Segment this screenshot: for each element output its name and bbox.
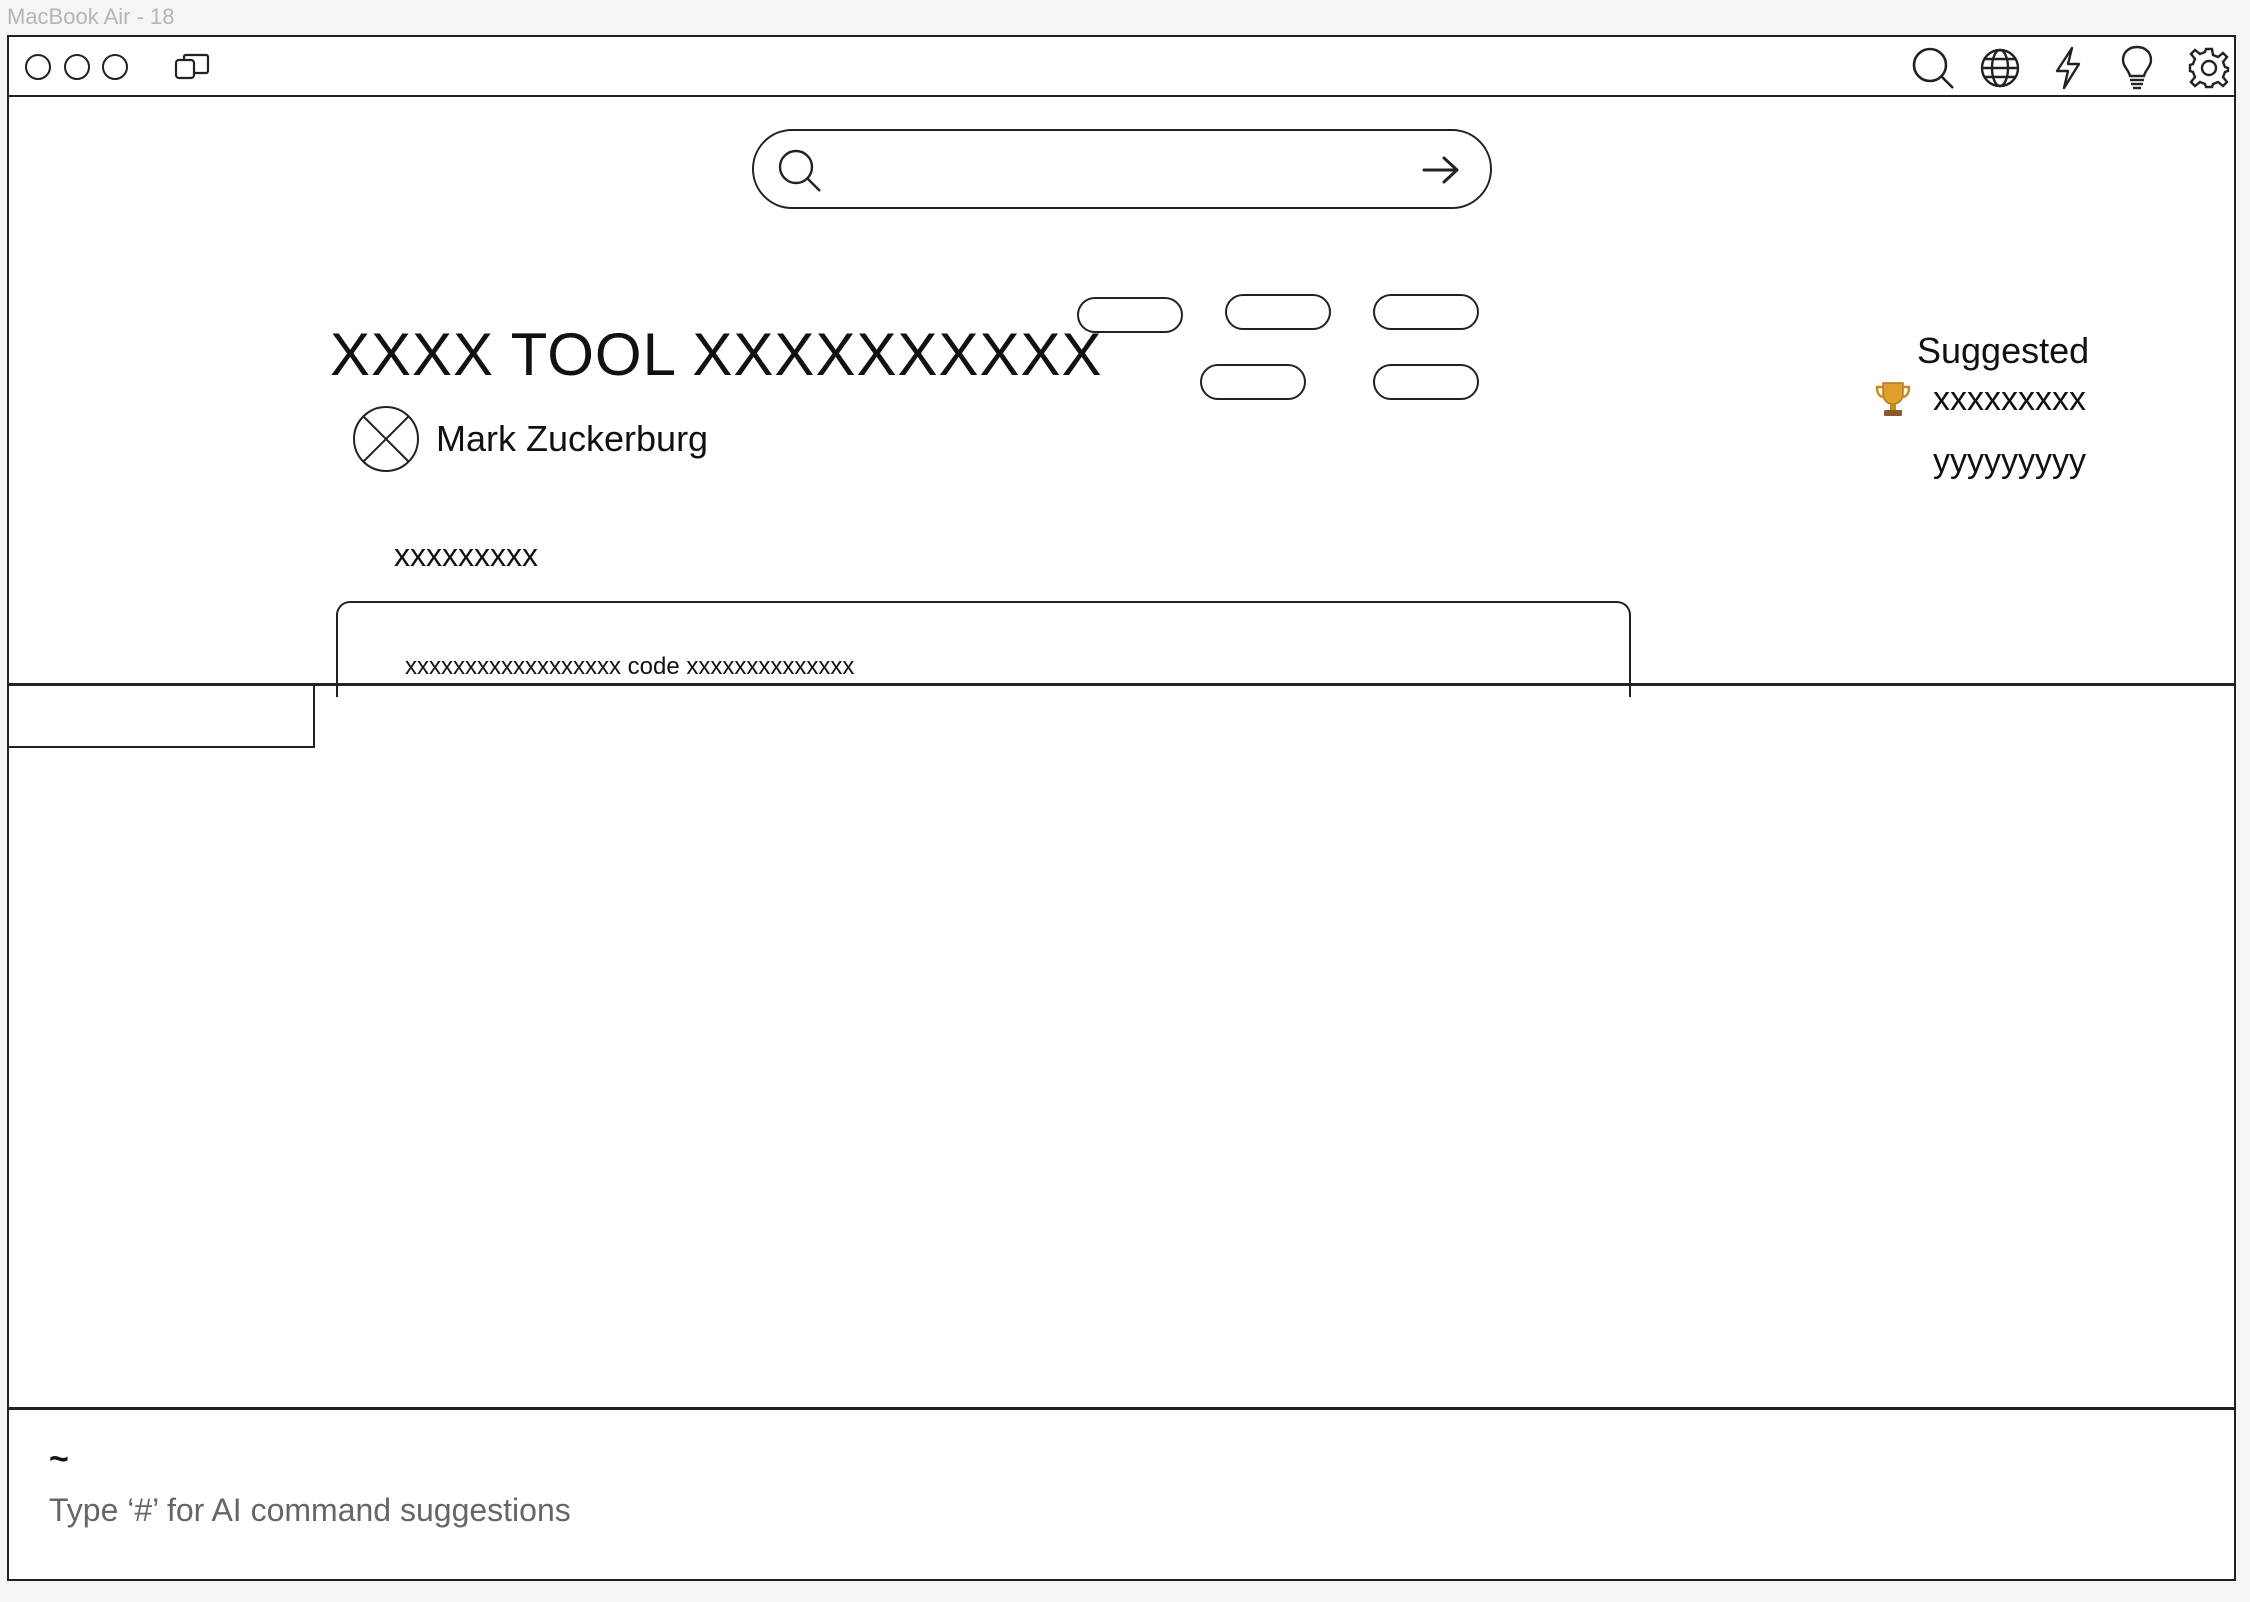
suggested-item[interactable]: xxxxxxxxx	[1873, 379, 2086, 419]
author[interactable]: Mark Zuckerburg	[352, 404, 708, 474]
app-window: XXXX TOOL XXXXXXXXXX Mark Zuckerburg xxx…	[7, 35, 2236, 1581]
tool-title: XXXX TOOL XXXXXXXXXX	[330, 321, 1103, 388]
arrow-right-icon[interactable]	[1422, 155, 1460, 190]
tag-pill[interactable]	[1077, 297, 1183, 333]
suggested-heading: Suggested	[1917, 330, 2090, 371]
frame-label: MacBook Air - 18	[7, 4, 175, 29]
search-bar[interactable]	[752, 129, 1492, 209]
tag-pill[interactable]	[1373, 364, 1479, 400]
terminal-panel[interactable]: ~ Type ‘#’ for AI command suggestions	[9, 1410, 2234, 1579]
divider	[9, 683, 2234, 686]
code-line: xxxxxxxxxxxxxxxxxx code xxxxxxxxxxxxxx	[405, 653, 855, 680]
close-window-button[interactable]	[25, 54, 51, 80]
zoom-window-button[interactable]	[102, 54, 128, 80]
author-name[interactable]: Mark Zuckerburg	[436, 418, 708, 460]
minimize-window-button[interactable]	[64, 54, 90, 80]
gear-icon[interactable]	[2185, 44, 2233, 92]
suggested-item-label: xxxxxxxxx	[1933, 379, 2086, 418]
command-input-hint[interactable]: Type ‘#’ for AI command suggestions	[49, 1492, 571, 1529]
suggested-item-label: yyyyyyyyy	[1933, 442, 2086, 480]
tool-description: xxxxxxxxx	[394, 537, 538, 573]
tag-pill[interactable]	[1225, 294, 1331, 330]
suggested-item[interactable]: yyyyyyyyy	[1933, 442, 2086, 481]
tag-pill[interactable]	[1200, 364, 1306, 400]
search-icon	[776, 147, 822, 198]
globe-icon[interactable]	[1977, 45, 2023, 91]
avatar-placeholder-icon	[352, 405, 420, 473]
tag-pill[interactable]	[1373, 294, 1479, 330]
search-icon[interactable]	[1909, 44, 1957, 92]
side-tab[interactable]	[9, 684, 315, 748]
window-copy-icon[interactable]	[172, 51, 212, 83]
lightning-icon[interactable]	[2051, 44, 2085, 92]
search-input[interactable]	[844, 145, 1364, 193]
trophy-icon	[1873, 379, 1913, 419]
lightbulb-icon[interactable]	[2119, 43, 2155, 93]
terminal-prompt: ~	[49, 1440, 69, 1478]
title-bar	[9, 37, 2234, 97]
